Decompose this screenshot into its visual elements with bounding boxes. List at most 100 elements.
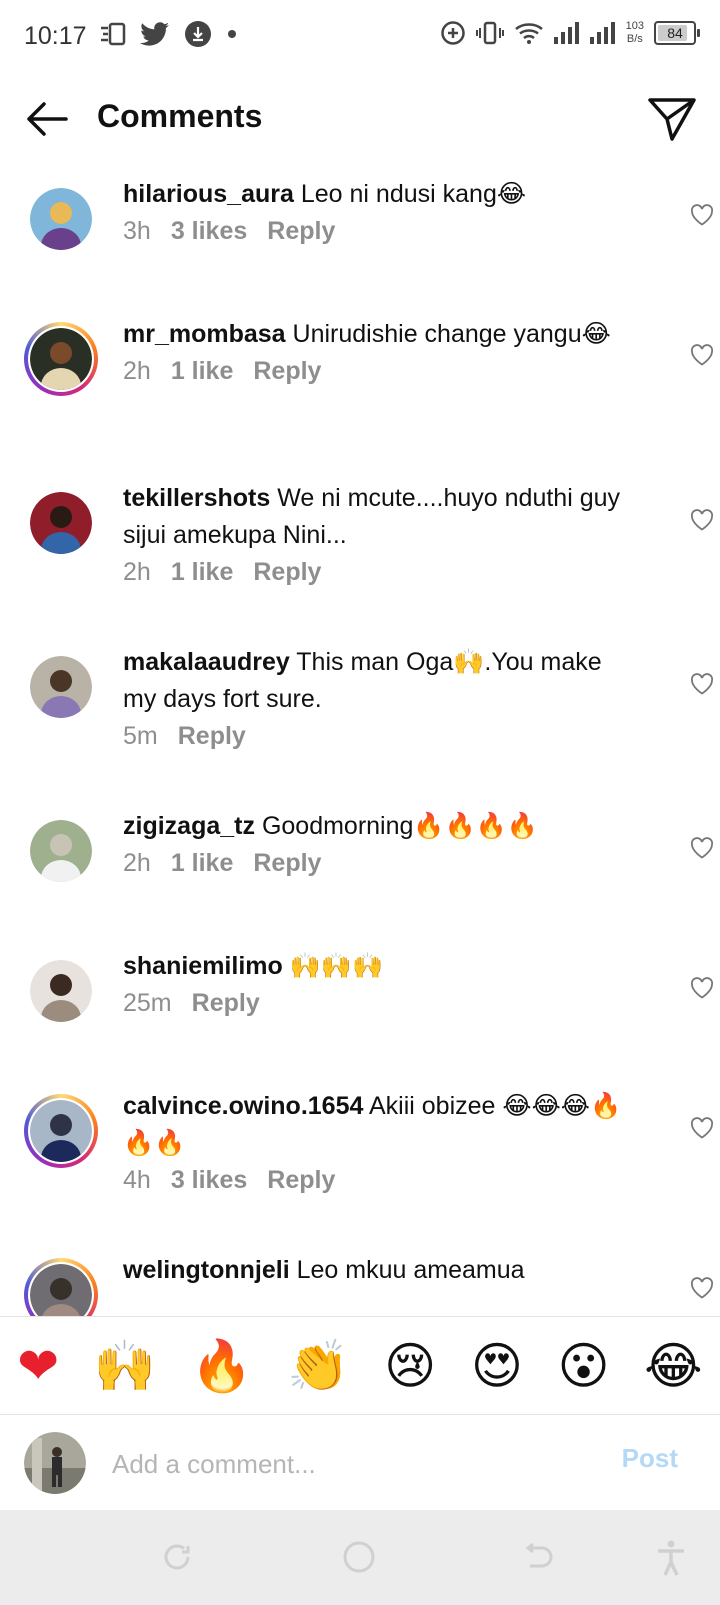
avatar[interactable] — [30, 1100, 92, 1162]
data-saver-icon — [440, 21, 465, 45]
raising-hands-emoji[interactable]: 🙌 — [94, 1336, 156, 1396]
avatar-frame[interactable] — [24, 650, 98, 724]
notification-list-icon — [101, 22, 126, 46]
heart-eyes-emoji[interactable]: 😍 — [471, 1336, 523, 1396]
reply-button[interactable]: Reply — [267, 217, 335, 246]
comment-text: tekillershots We ni mcute....huyo nduthi… — [123, 480, 623, 554]
avatar-frame[interactable] — [24, 1258, 98, 1316]
avatar-frame[interactable] — [24, 814, 98, 888]
avatar-frame[interactable] — [24, 322, 98, 396]
comment-time: 3h — [123, 217, 151, 245]
home-icon[interactable] — [342, 1540, 376, 1574]
accessibility-icon[interactable] — [656, 1540, 686, 1576]
comment-username[interactable]: makalaaudrey — [123, 648, 290, 676]
heart-outline-icon[interactable] — [690, 837, 714, 859]
twitter-icon — [140, 22, 169, 46]
avatar[interactable] — [30, 960, 92, 1022]
battery-icon: 84 — [654, 21, 700, 45]
comment-username[interactable]: mr_mombasa — [123, 320, 286, 348]
recent-apps-icon[interactable] — [160, 1540, 194, 1574]
comment-username[interactable]: shaniemilimo — [123, 952, 283, 980]
heart-outline-icon[interactable] — [690, 1117, 714, 1139]
dot-icon — [228, 30, 236, 38]
avatar[interactable] — [30, 1264, 92, 1316]
comment-text: makalaaudrey This man Oga🙌.You make my d… — [123, 644, 623, 718]
avatar-frame[interactable] — [24, 182, 98, 256]
heart-outline-icon[interactable] — [690, 344, 714, 366]
reply-button[interactable]: Reply — [253, 558, 321, 587]
comment-time: 4h — [123, 1166, 151, 1194]
paper-plane-icon[interactable] — [646, 94, 698, 144]
comments-list[interactable]: hilarious_aura Leo ni ndusi kang😂 3h 3 lik… — [0, 164, 720, 1316]
avatar[interactable] — [30, 188, 92, 250]
reply-button[interactable]: Reply — [178, 722, 246, 751]
heart-outline-icon[interactable] — [690, 204, 714, 226]
comment-text: hilarious_aura Leo ni ndusi kang😂 — [123, 176, 623, 213]
comment-username[interactable]: welingtonnjeli — [123, 1256, 290, 1284]
surprised-face-emoji[interactable]: 😮 — [558, 1336, 610, 1396]
comment-time: 2h — [123, 849, 151, 877]
wifi-icon — [514, 23, 543, 44]
avatar[interactable] — [30, 820, 92, 882]
arrow-left-icon[interactable] — [22, 94, 72, 144]
heart-emoji[interactable]: ❤ — [17, 1336, 59, 1396]
clapping-hands-emoji[interactable]: 👏 — [287, 1336, 349, 1396]
comment-meta: 25m Reply — [123, 989, 623, 1018]
avatar[interactable] — [30, 328, 92, 390]
avatar-frame[interactable] — [24, 486, 98, 560]
avatar-frame[interactable] — [24, 954, 98, 1028]
comment-input[interactable] — [110, 1443, 574, 1485]
header: Comments — [0, 72, 720, 164]
vibrate-icon — [475, 21, 504, 45]
comment-item: tekillershots We ni mcute....huyo nduthi… — [0, 474, 720, 587]
comment-time: 2h — [123, 357, 151, 385]
comment-meta: 3h 3 likes Reply — [123, 217, 623, 246]
back-icon[interactable] — [522, 1540, 556, 1574]
comment-item: hilarious_aura Leo ni ndusi kang😂 3h 3 lik… — [0, 170, 720, 256]
comment-body: Unirudishie change yangu😂 — [292, 320, 611, 348]
reply-button[interactable]: Reply — [253, 357, 321, 386]
comment-likes[interactable]: 1 like — [171, 849, 234, 878]
heart-outline-icon[interactable] — [690, 977, 714, 999]
battery-level: 84 — [667, 25, 683, 41]
reply-button[interactable]: Reply — [192, 989, 260, 1018]
comment-time: 25m — [123, 989, 172, 1017]
comment-likes[interactable]: 3 likes — [171, 217, 247, 246]
comment-meta: 2h 1 like Reply — [123, 357, 623, 386]
comment-username[interactable]: calvince.owino.1654 — [123, 1092, 363, 1120]
comment-item: zigizaga_tz Goodmorning🔥🔥🔥🔥 2h 1 like Reply — [0, 802, 720, 888]
reply-button[interactable]: Reply — [267, 1166, 335, 1195]
comment-meta: 2h 1 like Reply — [123, 558, 623, 587]
comment-text: zigizaga_tz Goodmorning🔥🔥🔥🔥 — [123, 808, 623, 845]
comment-item: mr_mombasa Unirudishie change yangu😂 2h 1 … — [0, 310, 720, 396]
signal-icon-2 — [589, 22, 615, 44]
comment-username[interactable]: hilarious_aura — [123, 180, 294, 208]
comment-meta: 2h 1 like Reply — [123, 849, 623, 878]
comment-text: shaniemilimo 🙌🙌🙌 — [123, 948, 623, 985]
comment-meta: 4h 3 likes Reply — [123, 1166, 623, 1195]
heart-outline-icon[interactable] — [690, 1277, 714, 1299]
comment-composer: Post — [0, 1414, 720, 1511]
heart-outline-icon[interactable] — [690, 509, 714, 531]
comment-text: welingtonnjeli Leo mkuu ameamua — [123, 1252, 623, 1289]
avatar-frame[interactable] — [24, 1094, 98, 1168]
crying-face-emoji[interactable]: 😢 — [384, 1336, 436, 1396]
comment-likes[interactable]: 1 like — [171, 357, 234, 386]
comment-likes[interactable]: 3 likes — [171, 1166, 247, 1195]
comment-likes[interactable]: 1 like — [171, 558, 234, 587]
post-button[interactable]: Post — [622, 1443, 678, 1474]
fire-emoji[interactable]: 🔥 — [191, 1336, 253, 1396]
quick-reaction-bar: ❤ 🙌 🔥 👏 😢 😍 😮 😂 — [0, 1316, 720, 1415]
comment-username[interactable]: zigizaga_tz — [123, 812, 255, 840]
status-time: 10:17 — [24, 22, 87, 50]
comment-item: calvince.owino.1654 Akiii obizee 😂😂😂🔥🔥🔥 4… — [0, 1082, 720, 1195]
reply-button[interactable]: Reply — [253, 849, 321, 878]
tears-of-joy-emoji[interactable]: 😂 — [644, 1336, 702, 1396]
page-title: Comments — [97, 98, 263, 134]
avatar[interactable] — [30, 492, 92, 554]
comment-body: Leo ni ndusi kang😂 — [300, 180, 527, 208]
avatar[interactable] — [30, 656, 92, 718]
comment-username[interactable]: tekillershots — [123, 484, 270, 512]
heart-outline-icon[interactable] — [690, 673, 714, 695]
comment-text: mr_mombasa Unirudishie change yangu😂 — [123, 316, 623, 353]
